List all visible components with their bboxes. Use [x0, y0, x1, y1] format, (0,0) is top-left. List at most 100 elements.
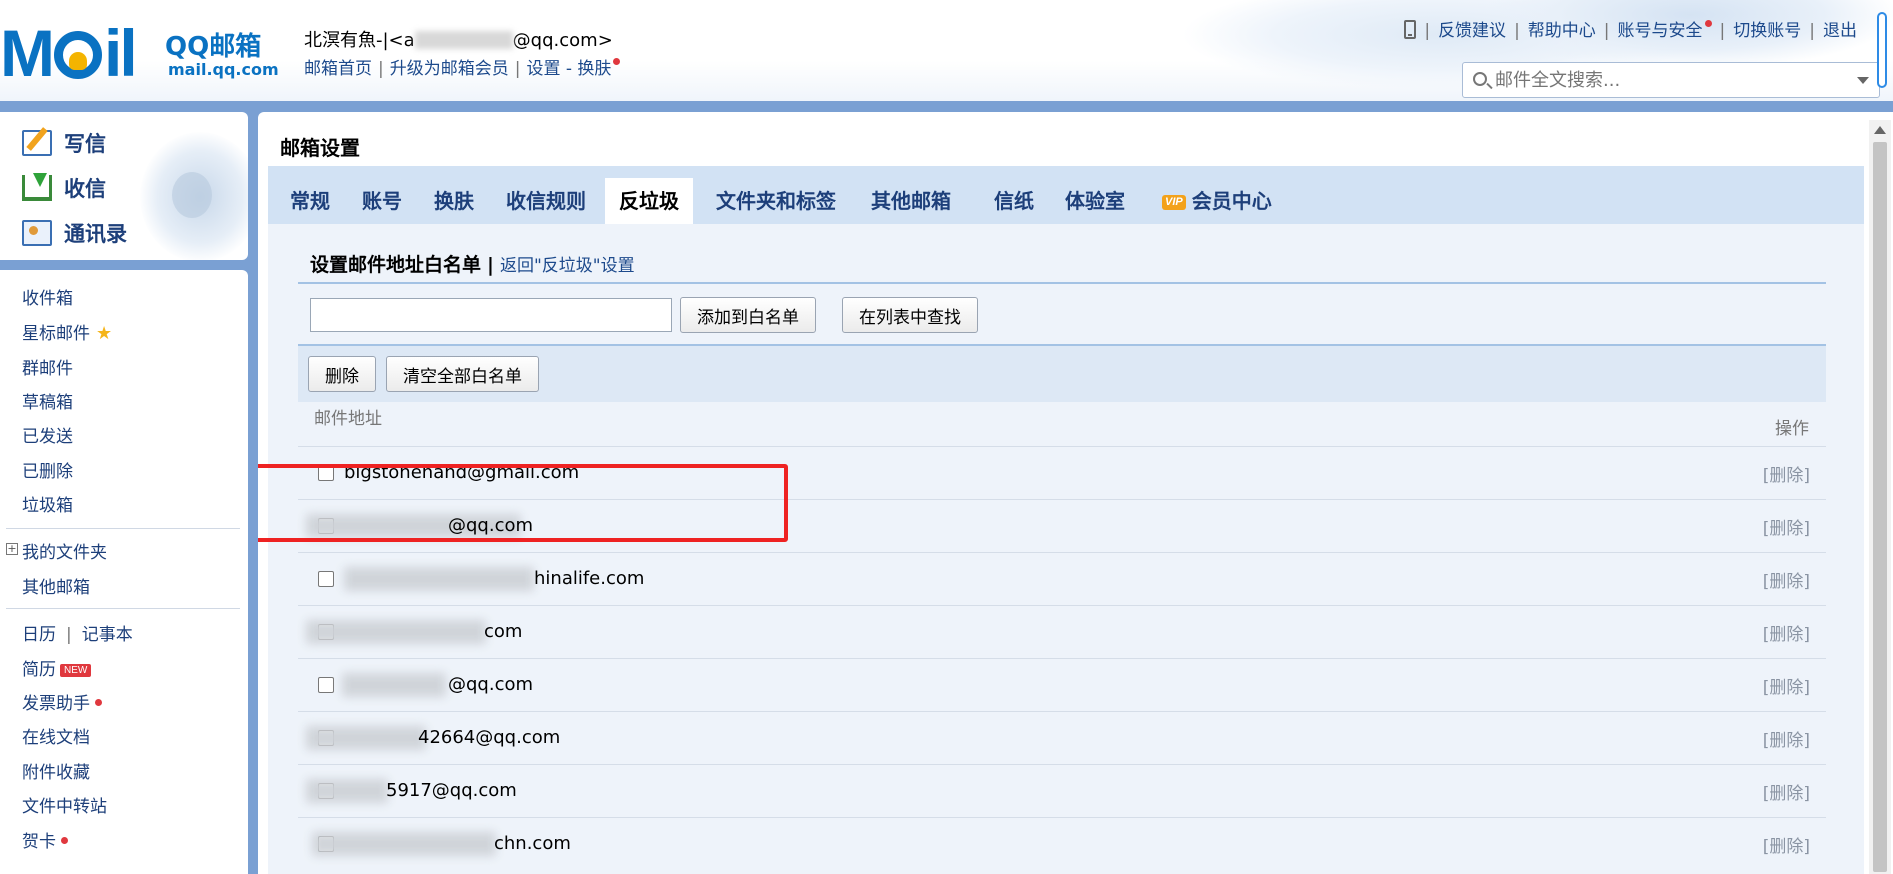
folder-drafts[interactable]: 草稿箱: [22, 388, 73, 413]
folder-sent[interactable]: 已发送: [22, 422, 73, 447]
back-to-antispam-link[interactable]: 返回"反垃圾"设置: [500, 256, 635, 276]
sidebar-divider: [6, 528, 240, 529]
folder-deleted[interactable]: 已删除: [22, 457, 73, 482]
nav-upgrade[interactable]: 升级为邮箱会员: [390, 59, 509, 79]
expand-icon[interactable]: +: [6, 543, 18, 555]
attachments-link[interactable]: 附件收藏: [22, 758, 90, 783]
whitelist-heading: 设置邮件地址白名单 | 返回"反垃圾"设置: [310, 250, 635, 277]
link-account-security[interactable]: 账号与安全: [1618, 21, 1703, 41]
phone-icon[interactable]: [1404, 20, 1417, 39]
calendar-notebook-row: 日历 | 记事本: [22, 620, 133, 645]
table-row: 42664@qq.com [删除]: [298, 711, 1826, 764]
tab-antispam[interactable]: 反垃圾: [605, 178, 693, 224]
tab-stationery[interactable]: 信纸: [980, 178, 1048, 224]
contacts-button[interactable]: 通讯录: [22, 215, 127, 251]
folder-list: 收件箱 星标邮件 ★ 群邮件 草稿箱 已发送 已删除 垃圾箱 + 我的文件夹 其他…: [0, 270, 248, 874]
folder-inbox[interactable]: 收件箱: [22, 284, 73, 309]
tab-receive-rules[interactable]: 收信规则: [492, 178, 600, 224]
row-address: chn.com: [494, 833, 571, 854]
compose-label: 写信: [64, 132, 106, 156]
invoice-helper-link[interactable]: 发票助手: [22, 689, 102, 714]
search-input[interactable]: [1495, 67, 1835, 93]
greeting-card-link[interactable]: 贺卡: [22, 827, 68, 852]
row-delete-link[interactable]: [删除]: [1763, 726, 1810, 751]
row-delete-link[interactable]: [删除]: [1763, 620, 1810, 645]
row-checkbox[interactable]: [318, 465, 334, 481]
calendar-link[interactable]: 日历: [22, 625, 56, 645]
logo-mark: Mil: [0, 16, 138, 90]
clear-whitelist-button[interactable]: 清空全部白名单: [386, 356, 539, 392]
row-address: hinalife.com: [534, 568, 645, 589]
user-name: 北溟有魚-|<a: [304, 30, 415, 51]
tab-lab[interactable]: 体验室: [1051, 178, 1139, 224]
row-address: 5917@qq.com: [386, 780, 517, 801]
main-scrollbar-thumb[interactable]: [1873, 142, 1887, 872]
invoice-helper-label: 发票助手: [22, 694, 90, 714]
table-row: 5917@qq.com [删除]: [298, 764, 1826, 817]
nav-home[interactable]: 邮箱首页: [304, 59, 372, 79]
row-checkbox[interactable]: [318, 677, 334, 693]
star-icon: ★: [96, 323, 113, 344]
tab-vip-center-label: 会员中心: [1191, 189, 1272, 213]
my-folders[interactable]: 我的文件夹: [22, 538, 107, 563]
folder-starred[interactable]: 星标邮件 ★: [22, 319, 112, 344]
notification-dot: [95, 699, 102, 706]
whitelist-address-input[interactable]: [310, 298, 672, 332]
link-separator: |: [1719, 21, 1726, 41]
link-logout[interactable]: 退出: [1823, 21, 1857, 41]
file-transfer-link[interactable]: 文件中转站: [22, 792, 107, 817]
tab-other-mailbox[interactable]: 其他邮箱: [857, 178, 965, 224]
row-delete-link[interactable]: [删除]: [1763, 461, 1810, 486]
link-help[interactable]: 帮助中心: [1528, 21, 1596, 41]
link-switch-account[interactable]: 切换账号: [1733, 21, 1801, 41]
header-scrollbar-thumb[interactable]: [1877, 12, 1887, 88]
folder-spam[interactable]: 垃圾箱: [22, 491, 73, 516]
search-dropdown-icon[interactable]: [1857, 77, 1869, 84]
logo-name: QQ邮箱: [165, 32, 262, 62]
list-toolbar: 删除 清空全部白名单: [298, 346, 1826, 402]
settings-main: 邮箱设置 常规 账号 换肤 收信规则 反垃圾 文件夹和标签 其他邮箱 信纸 体验…: [258, 112, 1893, 874]
folder-group[interactable]: 群邮件: [22, 354, 73, 379]
row-delete-link[interactable]: [删除]: [1763, 514, 1810, 539]
row-checkbox[interactable]: [318, 571, 334, 587]
online-docs-link[interactable]: 在线文档: [22, 723, 90, 748]
tab-vip-center[interactable]: VIP 会员中心: [1148, 178, 1286, 224]
heading-title: 设置邮件地址白名单: [310, 254, 482, 276]
row-delete-link[interactable]: [删除]: [1763, 673, 1810, 698]
tab-general[interactable]: 常规: [276, 178, 344, 224]
table-row: bigstonehand@gmail.com [删除]: [298, 446, 1826, 499]
column-header-address: 邮件地址: [314, 409, 382, 429]
nav-skin[interactable]: 换肤: [577, 59, 611, 79]
vip-icon: VIP: [1162, 195, 1186, 210]
find-in-list-button[interactable]: 在列表中查找: [842, 297, 978, 333]
compose-button[interactable]: 写信: [22, 125, 106, 161]
resume-link[interactable]: 简历 NEW: [22, 655, 92, 680]
scroll-up-icon[interactable]: [1874, 126, 1886, 134]
link-feedback[interactable]: 反馈建议: [1438, 21, 1506, 41]
tab-account[interactable]: 账号: [348, 178, 416, 224]
row-delete-link[interactable]: [删除]: [1763, 567, 1810, 592]
row-delete-link[interactable]: [删除]: [1763, 779, 1810, 804]
row-delete-link[interactable]: [删除]: [1763, 832, 1810, 857]
search-box[interactable]: [1462, 62, 1880, 98]
nav-settings[interactable]: 设置: [526, 59, 560, 79]
delete-button[interactable]: 删除: [308, 356, 376, 392]
add-to-whitelist-button[interactable]: 添加到白名单: [680, 297, 816, 333]
whitelist-panel: 设置邮件地址白名单 | 返回"反垃圾"设置 添加到白名单 在列表中查找 删除 清空全…: [258, 224, 1864, 874]
receive-button[interactable]: 收信: [22, 170, 106, 206]
page-title: 邮箱设置: [280, 136, 360, 160]
email-mask: [414, 31, 513, 49]
notebook-link[interactable]: 记事本: [82, 625, 133, 645]
header-scrollbar[interactable]: [1875, 0, 1891, 96]
tab-folders-tags[interactable]: 文件夹和标签: [702, 178, 850, 224]
tab-skin[interactable]: 换肤: [420, 178, 488, 224]
main-scrollbar[interactable]: [1869, 120, 1891, 874]
other-mailbox[interactable]: 其他邮箱: [22, 573, 90, 598]
row-address: @qq.com: [448, 674, 534, 695]
nav-separator: |: [378, 59, 384, 79]
privacy-mask: [312, 832, 496, 856]
privacy-mask: [344, 567, 534, 591]
heading-separator: |: [487, 254, 494, 276]
link-separator: |: [1809, 21, 1815, 41]
qq-mail-logo[interactable]: Mil QQ邮箱 mail.qq.com: [0, 16, 290, 90]
